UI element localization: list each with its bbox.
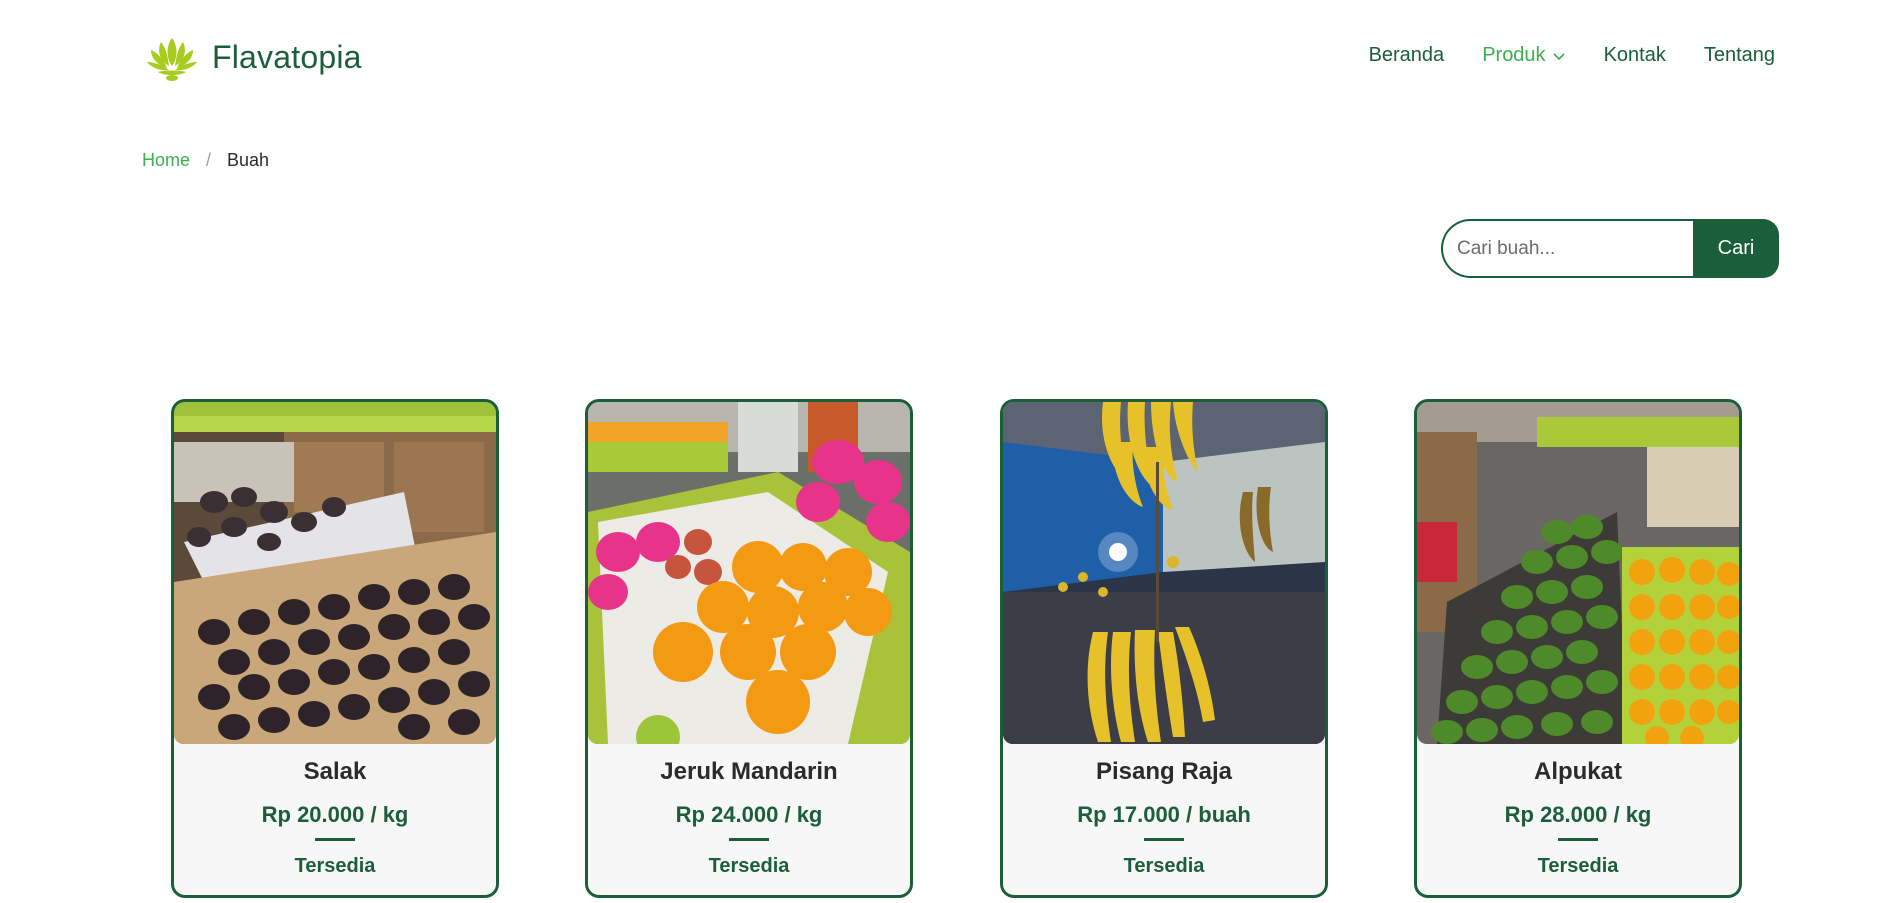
product-grid: Salak Rp 20.000 / kg Tersedia Jeruk Mand… bbox=[0, 399, 1898, 903]
brand-link[interactable]: Flavatopia bbox=[144, 32, 362, 82]
product-card-pisang-raja[interactable]: Pisang Raja Rp 17.000 / buah Tersedia bbox=[1000, 399, 1328, 898]
nav-item-kontak[interactable]: Kontak bbox=[1604, 44, 1666, 67]
divider bbox=[729, 838, 769, 841]
product-card-jeruk-mandarin[interactable]: Jeruk Mandarin Rp 24.000 / kg Tersedia bbox=[585, 399, 913, 898]
nav-label: Beranda bbox=[1368, 44, 1445, 66]
product-price: Rp 28.000 / kg bbox=[1504, 802, 1652, 827]
divider bbox=[1144, 838, 1184, 841]
product-name: Salak bbox=[303, 758, 367, 785]
search-form: Cari bbox=[1441, 219, 1779, 278]
nav-label: Kontak bbox=[1603, 44, 1666, 66]
nav-label: Produk bbox=[1482, 44, 1546, 66]
product-image bbox=[174, 402, 496, 744]
product-image bbox=[1417, 402, 1739, 744]
search-input[interactable] bbox=[1441, 219, 1693, 278]
nav-label: Tentang bbox=[1703, 44, 1775, 66]
chevron-down-icon bbox=[1552, 52, 1565, 60]
product-status: Tersedia bbox=[1537, 855, 1619, 877]
breadcrumb-current: Buah bbox=[227, 150, 270, 170]
main-nav: Beranda Produk Kontak Tentang bbox=[1369, 44, 1775, 67]
product-card-alpukat[interactable]: Alpukat Rp 28.000 / kg Tersedia bbox=[1414, 399, 1742, 898]
product-name: Pisang Raja bbox=[1095, 758, 1233, 785]
product-status: Tersedia bbox=[1123, 855, 1205, 877]
nav-item-beranda[interactable]: Beranda bbox=[1369, 44, 1445, 67]
product-price: Rp 24.000 / kg bbox=[675, 802, 823, 827]
product-status: Tersedia bbox=[708, 855, 790, 877]
product-price: Rp 20.000 / kg bbox=[261, 802, 409, 827]
product-name: Alpukat bbox=[1533, 758, 1622, 785]
product-status: Tersedia bbox=[294, 855, 376, 877]
product-price: Rp 17.000 / buah bbox=[1077, 802, 1251, 827]
divider bbox=[1558, 838, 1598, 841]
brand-name: Flavatopia bbox=[212, 38, 362, 75]
product-image bbox=[588, 402, 910, 744]
divider bbox=[315, 838, 355, 841]
lotus-icon bbox=[147, 38, 197, 81]
product-card-salak[interactable]: Salak Rp 20.000 / kg Tersedia bbox=[171, 399, 499, 898]
breadcrumb: Home / Buah bbox=[142, 150, 269, 171]
product-name: Jeruk Mandarin bbox=[660, 758, 838, 785]
breadcrumb-separator: / bbox=[206, 150, 212, 170]
product-image bbox=[1003, 402, 1325, 744]
nav-item-tentang[interactable]: Tentang bbox=[1704, 44, 1775, 67]
site-header: Flavatopia Beranda Produk Kontak Tentang bbox=[0, 0, 1898, 116]
breadcrumb-home-link[interactable]: Home bbox=[142, 150, 190, 171]
nav-item-produk[interactable]: Produk bbox=[1482, 44, 1565, 67]
search-button[interactable]: Cari bbox=[1693, 219, 1779, 278]
